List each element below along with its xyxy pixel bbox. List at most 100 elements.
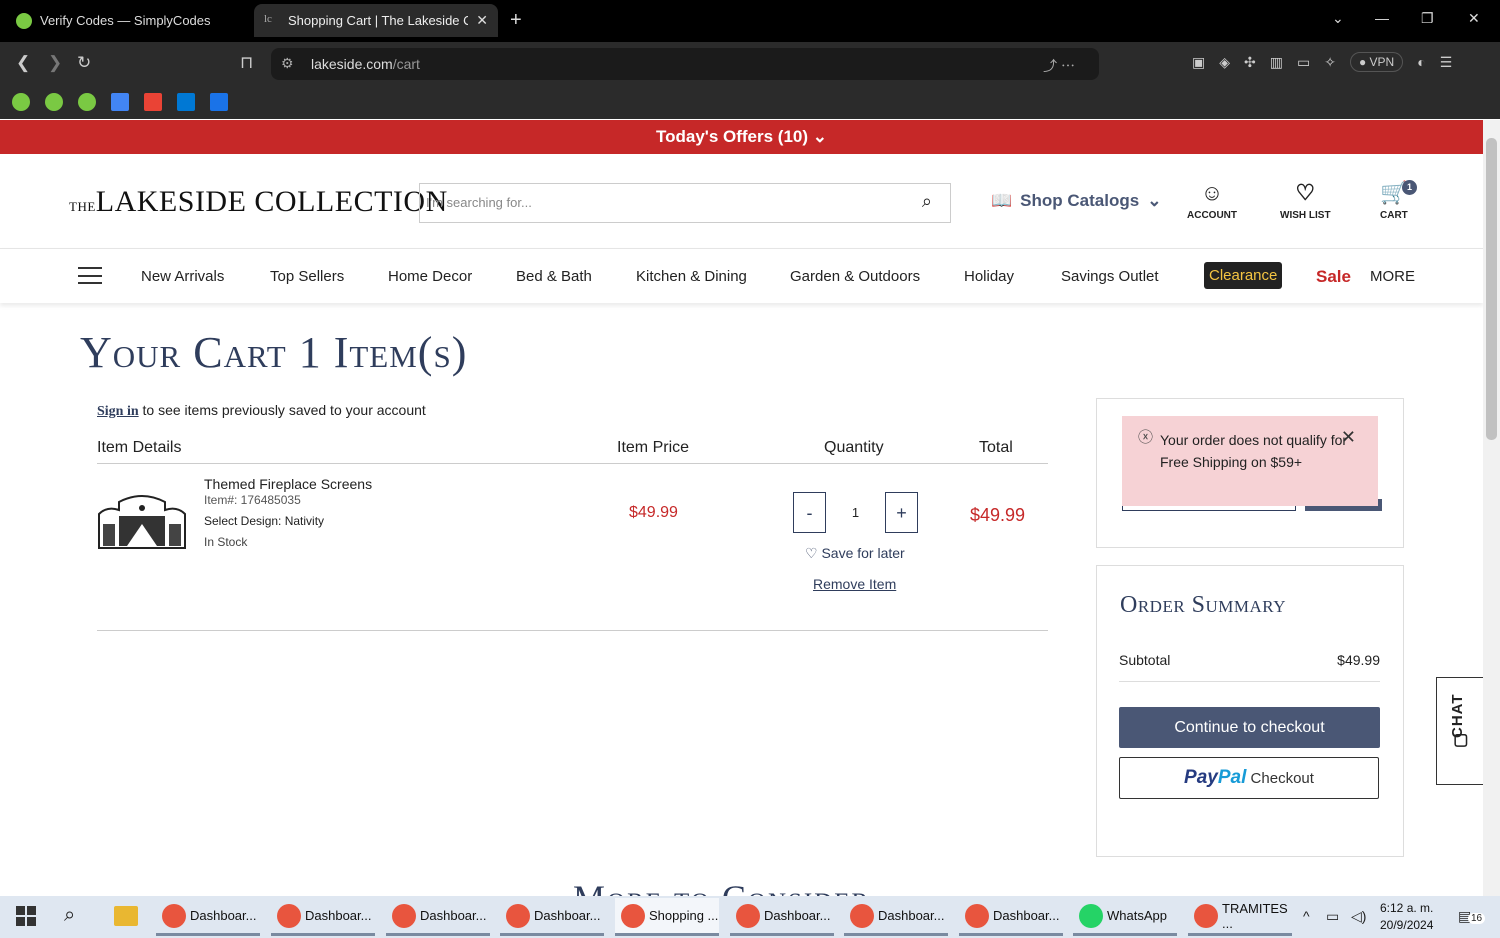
shop-catalogs-button[interactable]: 📖 Shop Catalogs ⌄ <box>991 191 1161 211</box>
sidebar-icon[interactable]: ▥ <box>1270 54 1283 71</box>
taskbar-app[interactable]: Dashboar... <box>500 898 604 936</box>
save-for-later-link[interactable]: ♡ Save for later <box>805 545 905 562</box>
nav-new-arrivals[interactable]: New Arrivals <box>141 268 224 285</box>
cart-button[interactable]: 🛒 1 CART <box>1380 180 1417 221</box>
search-icon[interactable]: ⌕ <box>922 191 932 212</box>
puzzle-icon[interactable]: ✣ <box>1244 54 1256 71</box>
summary-divider <box>1119 681 1380 682</box>
address-input[interactable]: ⚙ lakeside.com/cart ⤴ ⋯ <box>271 48 1099 80</box>
vpn-button[interactable]: ● VPN <box>1349 52 1404 72</box>
notification-count-badge: 16 <box>1468 913 1486 924</box>
nav-holiday[interactable]: Holiday <box>964 268 1014 285</box>
quantity-decrease-button[interactable]: - <box>793 492 826 533</box>
brave-icon <box>392 903 416 928</box>
bookmarks-bar <box>0 84 1500 119</box>
back-icon[interactable]: ❮ <box>16 53 30 73</box>
bookmark-simplycodes-icon[interactable] <box>78 92 96 111</box>
nav-kitchen-dining[interactable]: Kitchen & Dining <box>636 268 747 285</box>
chevron-up-icon[interactable]: ^ <box>1303 908 1310 924</box>
nav-more[interactable]: MORE <box>1370 268 1415 285</box>
nav-savings-outlet[interactable]: Savings Outlet <box>1061 268 1159 285</box>
todays-offers-banner[interactable]: Today's Offers (10) ⌄ <box>0 120 1483 154</box>
maximize-icon[interactable]: ❐ <box>1421 10 1434 27</box>
extension-icon[interactable]: ◈ <box>1219 54 1230 71</box>
nav-home-decor[interactable]: Home Decor <box>388 268 472 285</box>
profile-icon[interactable]: ◐ <box>1417 54 1425 70</box>
taskbar-app[interactable]: Dashboar... <box>844 898 948 936</box>
nav-garden-outdoors[interactable]: Garden & Outdoors <box>790 268 920 285</box>
taskbar-app[interactable]: Dashboar... <box>271 898 375 936</box>
remove-item-link[interactable]: Remove Item <box>813 576 896 592</box>
nav-top-sellers[interactable]: Top Sellers <box>270 268 344 285</box>
product-name[interactable]: Themed Fireplace Screens <box>204 476 372 492</box>
account-button[interactable]: ☺ ACCOUNT <box>1187 180 1237 221</box>
bookmark-simplycodes-icon[interactable] <box>45 92 63 111</box>
leo-icon[interactable]: ✧ <box>1324 54 1336 71</box>
forward-icon[interactable]: ❯ <box>48 53 62 73</box>
taskbar-app[interactable]: Dashboar... <box>959 898 1063 936</box>
extension-icon[interactable]: ▣ <box>1192 54 1205 71</box>
volume-icon[interactable]: ◁) <box>1351 908 1366 925</box>
tab-list-icon[interactable]: ⌄ <box>1332 10 1344 27</box>
header-divider <box>97 463 1048 464</box>
taskbar-app[interactable]: Dashboar... <box>386 898 490 936</box>
page-title: Your Cart 1 Item(s) <box>80 328 468 377</box>
heart-icon: ♡ <box>805 545 818 561</box>
system-clock[interactable]: 6:12 a. m. 20/9/2024 <box>1380 900 1433 934</box>
chat-button[interactable]: CHAT ▢ <box>1436 677 1483 785</box>
reload-icon[interactable]: ↻ <box>77 53 91 73</box>
header-item-details: Item Details <box>97 439 182 456</box>
taskbar-app[interactable]: TRAMITES ... <box>1188 898 1292 936</box>
close-window-icon[interactable]: ✕ <box>1468 10 1480 27</box>
search-input[interactable]: I'm searching for... ⌕ <box>419 183 951 223</box>
header-total: Total <box>979 439 1013 456</box>
wallet-icon[interactable]: ▭ <box>1297 54 1310 71</box>
file-explorer-icon[interactable] <box>114 906 138 926</box>
quantity-input[interactable]: 1 <box>826 492 885 533</box>
sign-in-link[interactable]: Sign in <box>97 404 139 419</box>
quantity-increase-button[interactable]: + <box>885 492 918 533</box>
product-thumbnail[interactable] <box>97 492 187 550</box>
close-icon[interactable]: ✕ <box>1341 426 1356 448</box>
taskbar-app-label: Dashboar... <box>764 908 831 923</box>
nav-clearance[interactable]: Clearance <box>1204 262 1283 289</box>
tab-shopping-cart[interactable]: lc Shopping Cart | The Lakeside C ✕ <box>254 4 498 37</box>
hamburger-menu-icon[interactable] <box>78 267 102 284</box>
paypal-checkout-button[interactable]: PayPal Checkout <box>1119 757 1379 799</box>
tab-title: Verify Codes — SimplyCodes <box>40 13 211 28</box>
network-icon[interactable]: ▭ <box>1326 908 1339 925</box>
continue-to-checkout-button[interactable]: Continue to checkout <box>1119 707 1380 748</box>
minimize-icon[interactable]: — <box>1375 10 1389 26</box>
taskbar-app-active[interactable]: Shopping ... <box>615 898 719 936</box>
taskbar-app-label: Dashboar... <box>534 908 601 923</box>
bookmark-simplycodes-icon[interactable] <box>12 92 30 111</box>
tab-simplycodes[interactable]: Verify Codes — SimplyCodes <box>6 4 250 37</box>
page-scrollbar[interactable] <box>1483 120 1500 896</box>
gmail-icon[interactable] <box>144 92 162 111</box>
url-actions-icon[interactable]: ⤴ ⋯ <box>1043 56 1075 76</box>
alert-threshold: Free Shipping on $59+ <box>1160 454 1303 470</box>
new-tab-icon[interactable]: + <box>510 9 522 32</box>
menu-icon[interactable]: ☰ <box>1440 54 1453 71</box>
taskbar-app-label: Dashboar... <box>420 908 487 923</box>
wishlist-button[interactable]: ♡ WISH LIST <box>1280 180 1331 221</box>
error-circle-icon: ⓧ <box>1138 429 1154 446</box>
site-settings-icon[interactable]: ⚙ <box>281 55 294 72</box>
site-logo[interactable]: THELAKESIDE COLLECTION <box>69 185 448 219</box>
nav-sale[interactable]: Sale <box>1316 267 1351 287</box>
brave-icon <box>277 903 301 928</box>
outlook-icon[interactable] <box>177 92 195 111</box>
windows-start-icon[interactable] <box>16 906 36 926</box>
bookmark-app-icon[interactable] <box>210 92 228 111</box>
paypal-checkout-label: Checkout <box>1246 770 1314 787</box>
bookmark-app-icon[interactable] <box>111 92 129 111</box>
sign-in-text: to see items previously saved to your ac… <box>138 402 426 418</box>
scrollbar-thumb[interactable] <box>1486 138 1497 440</box>
taskbar-app[interactable]: WhatsApp <box>1073 898 1177 936</box>
search-icon[interactable]: ⌕ <box>64 904 75 927</box>
taskbar-app[interactable]: Dashboar... <box>156 898 260 936</box>
close-tab-icon[interactable]: ✕ <box>476 12 488 29</box>
taskbar-app[interactable]: Dashboar... <box>730 898 834 936</box>
bookmark-icon[interactable]: ⊓ <box>240 53 253 73</box>
nav-bed-bath[interactable]: Bed & Bath <box>516 268 592 285</box>
